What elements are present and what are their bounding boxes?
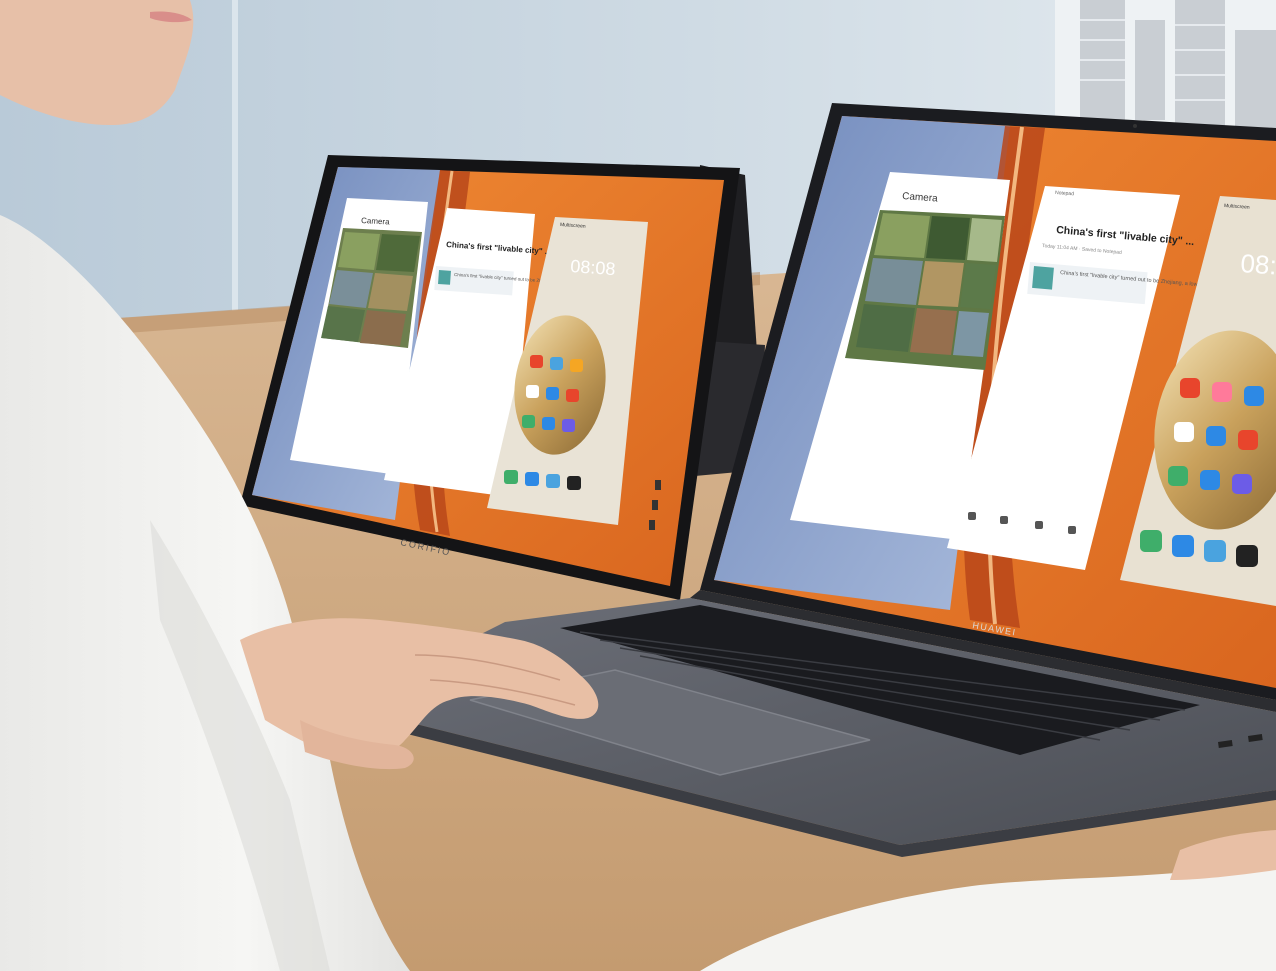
monitor-camera-title: Camera [361, 216, 390, 227]
monitor-news-thumb [438, 270, 451, 285]
scene-svg: Camera China's first "livable city" ... … [0, 0, 1276, 971]
monitor-phone-clock: 08:08 [570, 256, 616, 279]
product-photo-scene: Camera China's first "livable city" ... … [0, 0, 1276, 971]
laptop-camera-dot [1133, 124, 1137, 128]
wall-panel-edge [232, 0, 238, 345]
laptop-phone-clock: 08: [1240, 248, 1276, 280]
laptop-news-thumb [1032, 266, 1054, 290]
